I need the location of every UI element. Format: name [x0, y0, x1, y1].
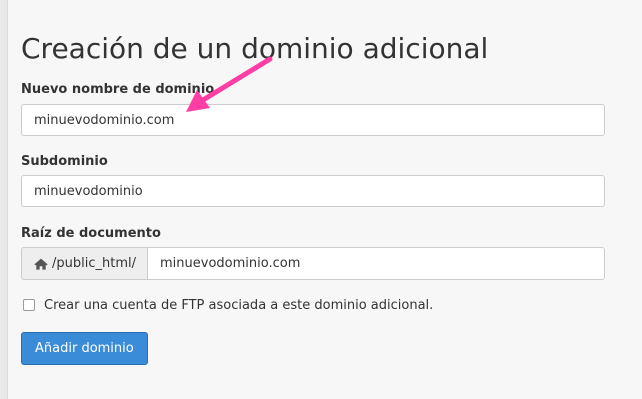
ftp-account-label[interactable]: Crear una cuenta de FTP asociada a este …: [44, 298, 433, 313]
document-root-input[interactable]: [147, 247, 605, 280]
subdomain-input[interactable]: [21, 175, 605, 207]
document-root-label: Raíz de documento: [21, 226, 161, 241]
document-root-prefix: /public_html/: [21, 247, 147, 280]
new-domain-input[interactable]: [21, 104, 605, 136]
ftp-account-checkbox[interactable]: [23, 299, 35, 311]
document-root-group: /public_html/: [21, 247, 605, 280]
left-rail: [0, 0, 8, 399]
ftp-account-option: Crear una cuenta de FTP asociada a este …: [21, 296, 433, 314]
new-domain-label: Nuevo nombre de dominio: [21, 82, 215, 97]
subdomain-label: Subdominio: [21, 154, 108, 169]
main-content: Creación de un dominio adicional Nuevo n…: [8, 0, 642, 399]
add-domain-button[interactable]: Añadir dominio: [21, 332, 148, 365]
document-root-prefix-text: /public_html/: [52, 256, 136, 271]
page-title: Creación de un dominio adicional: [21, 32, 489, 65]
home-icon: [34, 258, 48, 270]
